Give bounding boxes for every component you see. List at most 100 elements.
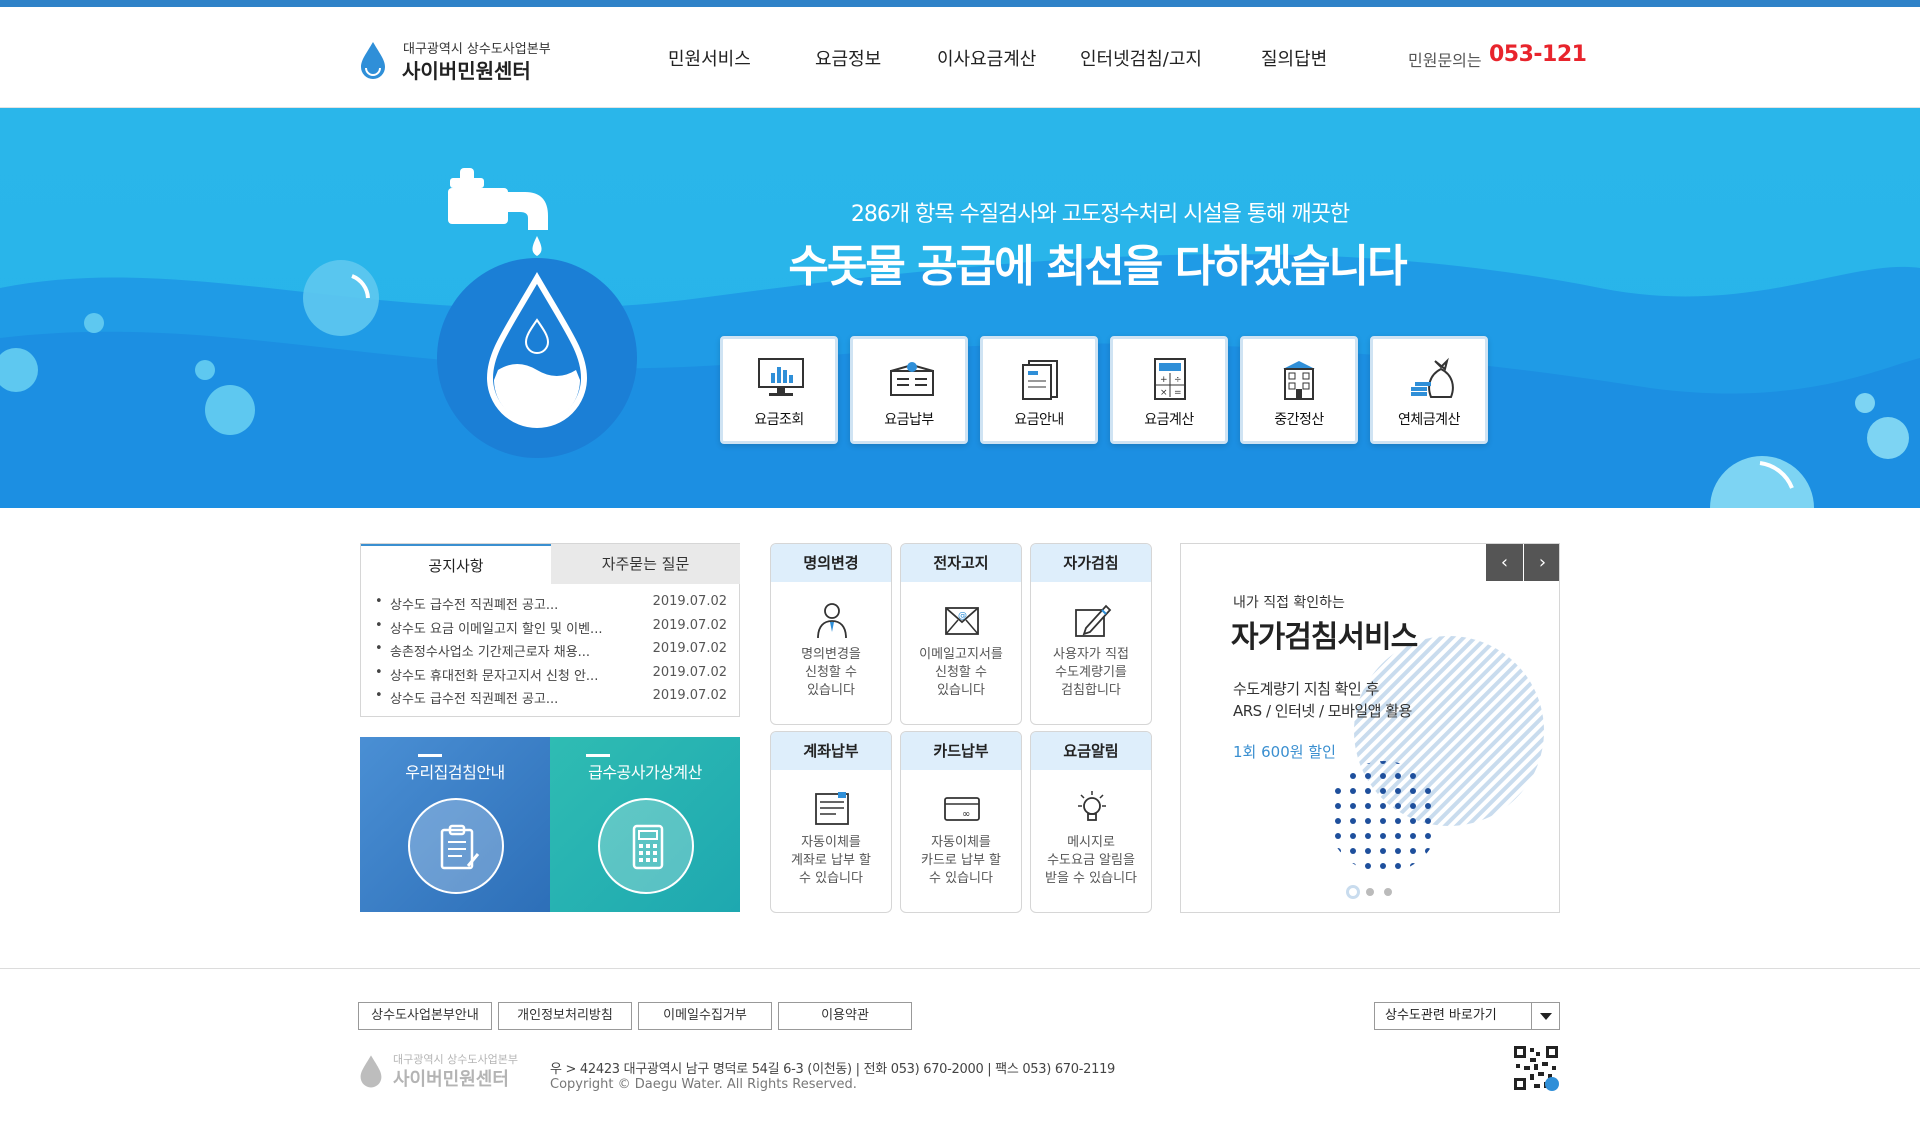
service-fee-calc-button[interactable]: + ÷ × = 요금계산 [1110, 336, 1228, 444]
bubble-decorations [0, 260, 1909, 508]
prev-slide-button[interactable]: ‹ [1486, 544, 1523, 581]
card-title: 계좌납부 [771, 732, 891, 770]
service-fee-payment-button[interactable]: 요금납부 [850, 336, 968, 444]
promo-title: 자가검침서비스 [1231, 620, 1418, 655]
banner-icon-circle [598, 798, 694, 894]
banner-label: 우리집검침안내 [405, 763, 505, 782]
service-interim-settlement-button[interactable]: 중간정산 [1240, 336, 1358, 444]
notice-title[interactable]: 상수도 급수전 직권폐전 공고... [390, 594, 558, 613]
promo-description: ARS / 인터넷 / 모바일앱 활용 [1233, 702, 1412, 720]
footer-logo-title: 사이버민원센터 [393, 1069, 509, 1090]
water-drop-logo-icon [360, 1055, 382, 1088]
list-item[interactable]: • 상수도 급수전 직권폐전 공고... 2019.07.02 [375, 594, 727, 618]
calculator-icon [632, 824, 664, 870]
footer-logo: 대구광역시 상수도사업본부 사이버민원센터 [358, 1051, 518, 1093]
clipboard-checklist-icon [440, 824, 480, 870]
card-description: 자동이체를 카드로 납부 할수 있습니다 [920, 835, 1002, 886]
hero-subtitle: 286개 항목 수질검사와 고도정수처리 시설을 통해 깨끗한 [850, 202, 1350, 227]
list-item[interactable]: • 상수도 급수전 직권폐전 공고... 2019.07.02 [375, 688, 727, 712]
card-title: 전자고지 [901, 544, 1021, 582]
logo-title: 사이버민원센터 [402, 59, 531, 83]
banner-icon-circle [408, 798, 504, 894]
tab-notice[interactable]: 공지사항 [361, 544, 551, 584]
hero-banner: 286개 항목 수질검사와 고도정수처리 시설을 통해 깨끗한 수돗물 공급에 … [0, 108, 1920, 508]
service-label: 연체금계산 [1398, 412, 1460, 428]
footer-link-about[interactable]: 상수도사업본부안내 [358, 1002, 492, 1030]
svg-text:+: + [1160, 375, 1168, 385]
card-card-payment[interactable]: 카드납부 ∞ 자동이체를 카드로 납부 할수 있습니다 [900, 731, 1022, 913]
footer-link-email-refusal[interactable]: 이메일수집거부 [638, 1002, 772, 1030]
footer-link-privacy[interactable]: 개인정보처리방침 [498, 1002, 632, 1030]
promo-highlight: 1회 600원 할인 [1233, 743, 1336, 761]
notice-title[interactable]: 송촌정수사업소 기간제근로자 채용... [390, 641, 590, 660]
card-description: 메시지로 수도요금 알림을 받을 수 있습니다 [1045, 835, 1137, 886]
slide-dot[interactable] [1366, 888, 1374, 896]
card-self-meter-reading[interactable]: 자가검침 사용자가 직접 수도계량기를 검침합니다 [1030, 543, 1152, 725]
related-sites-select[interactable]: 상수도관련 바로가기 [1374, 1002, 1560, 1030]
lightbulb-icon [1078, 791, 1106, 821]
select-value: 상수도관련 바로가기 [1385, 1008, 1497, 1023]
card-icon: ∞ [944, 797, 980, 821]
card-description: 사용자가 직접 수도계량기를 검침합니다 [1053, 647, 1129, 698]
tab-faq[interactable]: 자주묻는 질문 [551, 544, 740, 584]
notice-title[interactable]: 상수도 급수전 직권폐전 공고... [390, 688, 558, 707]
card-title: 요금알림 [1031, 732, 1151, 770]
next-slide-button[interactable]: › [1524, 544, 1559, 581]
nav-qna[interactable]: 질의답변 [1261, 45, 1327, 71]
card-account-payment[interactable]: 계좌납부 자동이체를 계좌로 납부 할수 있습니다 [770, 731, 892, 913]
service-fee-lookup-button[interactable]: 요금조회 [720, 336, 838, 444]
card-description: 자동이체를 계좌로 납부 할수 있습니다 [790, 835, 872, 886]
notice-title[interactable]: 상수도 휴대전화 문자고지서 신청 안... [390, 665, 598, 684]
svg-text:×: × [1160, 388, 1168, 398]
self-meter-promo-slider: ‹ › 내가 직접 확인하는 자가검침서비스 수도계량기 지침 확인 후 ARS… [1180, 543, 1560, 913]
service-label: 요금계산 [1144, 412, 1194, 428]
slide-dot-active[interactable] [1346, 885, 1360, 899]
monitor-chart-icon [758, 358, 804, 396]
site-logo[interactable]: 대구광역시 상수도사업본부 사이버민원센터 [358, 36, 558, 86]
svg-text:÷: ÷ [1174, 375, 1182, 385]
chevron-down-icon[interactable] [1531, 1003, 1559, 1029]
service-fee-guide-button[interactable]: 요금안내 [980, 336, 1098, 444]
card-description: 이메일고지서를 신청할 수 있습니다 [919, 647, 1003, 698]
card-fee-alert[interactable]: 요금알림 메시지로 수도요금 알림을 받을 수 있습니다 [1030, 731, 1152, 913]
footer-link-terms[interactable]: 이용약관 [778, 1002, 912, 1030]
person-icon [817, 603, 847, 639]
qr-code-icon[interactable] [1512, 1044, 1560, 1092]
wallet-icon [890, 362, 934, 396]
service-label: 요금납부 [884, 412, 934, 428]
service-late-fee-calc-button[interactable]: 연체금계산 [1370, 336, 1488, 444]
svg-text:@: @ [958, 611, 967, 621]
card-e-billing[interactable]: 전자고지 @ 이메일고지서를 신청할 수 있습니다 [900, 543, 1022, 725]
slide-dot[interactable] [1384, 888, 1392, 896]
list-item[interactable]: • 송촌정수사업소 기간제근로자 채용... 2019.07.02 [375, 641, 727, 665]
list-item[interactable]: • 상수도 요금 이메일고지 할인 및 이벤... 2019.07.02 [375, 618, 727, 642]
service-label: 요금조회 [754, 412, 804, 428]
notice-date: 2019.07.02 [652, 617, 727, 633]
site-footer: 상수도사업본부안내 개인정보처리방침 이메일수집거부 이용약관 상수도관련 바로… [0, 968, 1920, 1122]
banner-accent-bar [418, 754, 442, 757]
footer-copyright: Copyright © Daegu Water. All Rights Rese… [550, 1077, 857, 1092]
card-name-change[interactable]: 명의변경 명의변경을 신청할 수 있습니다 [770, 543, 892, 725]
notice-title[interactable]: 상수도 요금 이메일고지 할인 및 이벤... [390, 618, 602, 637]
bank-book-icon [815, 792, 849, 825]
email-icon: @ [945, 607, 979, 635]
notice-date: 2019.07.02 [652, 641, 727, 656]
my-home-meter-banner[interactable]: 우리집검침안내 [360, 737, 550, 912]
card-title: 자가검침 [1031, 544, 1151, 582]
notice-date: 2019.07.02 [652, 688, 727, 703]
notice-panel: 공지사항 자주묻는 질문 • 상수도 급수전 직권폐전 공고... 2019.07.… [360, 543, 740, 717]
list-item[interactable]: • 상수도 휴대전화 문자고지서 신청 안... 2019.07.02 [375, 665, 727, 689]
nav-moving-fee-calc[interactable]: 이사요금계산 [937, 45, 1036, 71]
card-title: 명의변경 [771, 544, 891, 582]
building-icon [1283, 361, 1315, 400]
nav-fee-info[interactable]: 요금정보 [815, 45, 881, 71]
notice-date: 2019.07.02 [652, 664, 727, 680]
service-label: 요금안내 [1014, 412, 1064, 428]
contact-label: 민원문의는 [1408, 51, 1482, 70]
notice-list: • 상수도 급수전 직권폐전 공고... 2019.07.02 • 상수도 요금 이메… [375, 594, 727, 712]
nav-civil-service[interactable]: 민원서비스 [668, 45, 751, 71]
nav-internet-meter[interactable]: 인터넷검침/고지 [1080, 45, 1202, 71]
footer-address: 우 > 42423 대구광역시 남구 명덕로 54길 6-3 (이천동) | 전… [550, 1062, 1116, 1077]
card-description: 명의변경을 신청할 수 있습니다 [801, 647, 861, 698]
water-work-calc-banner[interactable]: 급수공사가상계산 [550, 737, 740, 912]
